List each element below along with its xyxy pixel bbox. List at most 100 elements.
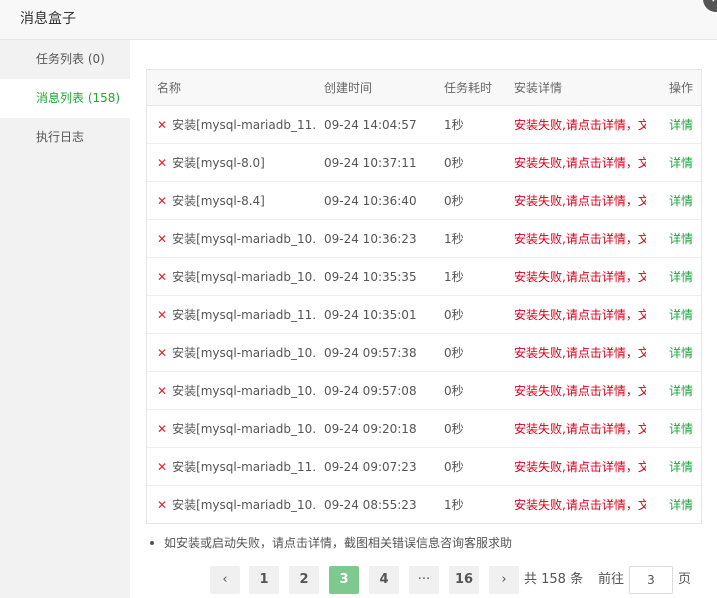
task-duration: 0秒 bbox=[444, 460, 464, 474]
table-row: ✕ 安装[mysql-mariadb_10.5] 09-24 10:35:35 1秒 安… bbox=[147, 258, 701, 296]
task-name-cell: ✕ 安装[mysql-8.4] bbox=[157, 182, 315, 220]
task-name: 安装[mysql-mariadb_11.3] bbox=[172, 308, 315, 322]
failed-icon: ✕ bbox=[157, 194, 168, 208]
task-duration: 0秒 bbox=[444, 156, 464, 170]
task-name-cell: ✕ 安装[mysql-mariadb_10.5] bbox=[157, 410, 315, 448]
task-name-cell: ✕ 安装[mysql-mariadb_10.6] bbox=[157, 220, 315, 258]
task-name: 安装[mysql-mariadb_10.6] bbox=[172, 232, 315, 246]
install-detail[interactable]: 安装失败,请点击详情，文 bbox=[514, 334, 646, 372]
install-detail[interactable]: 安装失败,请点击详情，文 bbox=[514, 410, 646, 448]
created-time: 09-24 10:36:23 bbox=[324, 232, 417, 246]
table-row: ✕ 安装[mysql-mariadb_11.3] 09-24 14:04:57 1秒 安… bbox=[147, 106, 701, 144]
table-row: ✕ 安装[mysql-mariadb_10.7] 09-24 09:57:08 0秒 安… bbox=[147, 372, 701, 410]
created-time: 09-24 08:55:23 bbox=[324, 498, 417, 512]
install-detail[interactable]: 安装失败,请点击详情，文 bbox=[514, 448, 646, 486]
table-header: 名称 创建时间 任务耗时 安装详情 操作 bbox=[147, 70, 701, 106]
task-name: 安装[mysql-mariadb_10.7] bbox=[172, 384, 315, 398]
created-time: 09-24 10:35:35 bbox=[324, 270, 417, 284]
table-row: ✕ 安装[mysql-mariadb_10.5] 09-24 09:20:18 0秒 安… bbox=[147, 410, 701, 448]
install-detail[interactable]: 安装失败,请点击详情，文 bbox=[514, 486, 646, 523]
task-name: 安装[mysql-mariadb_10.5] bbox=[172, 422, 315, 436]
header-detail: 安装详情 bbox=[514, 81, 563, 95]
bullet-icon bbox=[150, 540, 154, 545]
created-time: 09-24 10:36:40 bbox=[324, 194, 417, 208]
sidebar-item-tasks[interactable]: 任务列表 (0) bbox=[0, 40, 130, 79]
detail-link[interactable]: 详情 bbox=[669, 258, 699, 296]
task-name-cell: ✕ 安装[mysql-mariadb_10.7] bbox=[157, 486, 315, 523]
install-detail[interactable]: 安装失败,请点击详情，文 bbox=[514, 220, 646, 258]
next-page-icon[interactable]: › bbox=[489, 566, 519, 594]
created-time: 09-24 09:20:18 bbox=[324, 422, 417, 436]
created-time: 09-24 09:57:08 bbox=[324, 384, 417, 398]
install-detail[interactable]: 安装失败,请点击详情，文 bbox=[514, 372, 646, 410]
failed-icon: ✕ bbox=[157, 156, 168, 170]
page-16[interactable]: 16 bbox=[449, 566, 479, 594]
task-duration: 0秒 bbox=[444, 194, 464, 208]
task-name-cell: ✕ 安装[mysql-mariadb_10.5] bbox=[157, 258, 315, 296]
install-detail[interactable]: 安装失败,请点击详情，文 bbox=[514, 296, 646, 334]
task-name: 安装[mysql-mariadb_10.5] bbox=[172, 270, 315, 284]
created-time: 09-24 09:57:38 bbox=[324, 346, 417, 360]
task-duration: 0秒 bbox=[444, 384, 464, 398]
install-detail[interactable]: 安装失败,请点击详情，文 bbox=[514, 182, 646, 220]
task-name: 安装[mysql-mariadb_10.6] bbox=[172, 346, 315, 360]
detail-link[interactable]: 详情 bbox=[669, 106, 699, 144]
sidebar-item-exec-log[interactable]: 执行日志 bbox=[0, 118, 130, 157]
page-3-current[interactable]: 3 bbox=[329, 566, 359, 594]
task-name-cell: ✕ 安装[mysql-mariadb_10.6] bbox=[157, 334, 315, 372]
failed-icon: ✕ bbox=[157, 118, 168, 132]
header-name: 名称 bbox=[157, 81, 182, 95]
page-4[interactable]: 4 bbox=[369, 566, 399, 594]
detail-link[interactable]: 详情 bbox=[669, 182, 699, 220]
detail-link[interactable]: 详情 bbox=[669, 334, 699, 372]
header-duration: 任务耗时 bbox=[444, 81, 493, 95]
detail-link[interactable]: 详情 bbox=[669, 144, 699, 182]
detail-link[interactable]: 详情 bbox=[669, 410, 699, 448]
help-note: 如安装或启动失败，请点击详情，截图相关错误信息咨询客服求助 bbox=[150, 534, 512, 552]
created-time: 09-24 10:37:11 bbox=[324, 156, 417, 170]
install-detail[interactable]: 安装失败,请点击详情，文 bbox=[514, 144, 646, 182]
detail-link[interactable]: 详情 bbox=[669, 296, 699, 334]
sidebar: 任务列表 (0) 消息列表 (158) 执行日志 bbox=[0, 40, 130, 598]
task-name: 安装[mysql-mariadb_11.3] bbox=[172, 460, 315, 474]
task-duration: 0秒 bbox=[444, 308, 464, 322]
failed-icon: ✕ bbox=[157, 346, 168, 360]
ellipsis-icon[interactable]: ··· bbox=[409, 566, 439, 594]
page-2[interactable]: 2 bbox=[289, 566, 319, 594]
failed-icon: ✕ bbox=[157, 498, 168, 512]
page-1[interactable]: 1 bbox=[249, 566, 279, 594]
goto-page-input[interactable] bbox=[629, 566, 673, 594]
detail-link[interactable]: 详情 bbox=[669, 372, 699, 410]
created-time: 09-24 10:35:01 bbox=[324, 308, 417, 322]
task-name: 安装[mysql-8.4] bbox=[172, 194, 265, 208]
install-detail[interactable]: 安装失败,请点击详情，文 bbox=[514, 258, 646, 296]
failed-icon: ✕ bbox=[157, 422, 168, 436]
detail-link[interactable]: 详情 bbox=[669, 448, 699, 486]
task-duration: 1秒 bbox=[444, 232, 464, 246]
message-table: 名称 创建时间 任务耗时 安装详情 操作 ✕ 安装[mysql-mariadb_1… bbox=[146, 69, 702, 524]
task-name-cell: ✕ 安装[mysql-mariadb_11.3] bbox=[157, 296, 315, 334]
task-name: 安装[mysql-mariadb_10.7] bbox=[172, 498, 315, 512]
created-time: 09-24 14:04:57 bbox=[324, 118, 417, 132]
sidebar-item-messages[interactable]: 消息列表 (158) bbox=[0, 79, 130, 118]
table-row: ✕ 安装[mysql-mariadb_11.3] 09-24 10:35:01 0秒 安… bbox=[147, 296, 701, 334]
table-row: ✕ 安装[mysql-8.0] 09-24 10:37:11 0秒 安装失败,请点击详情… bbox=[147, 144, 701, 182]
failed-icon: ✕ bbox=[157, 308, 168, 322]
table-row: ✕ 安装[mysql-mariadb_10.7] 09-24 08:55:23 1秒 安… bbox=[147, 486, 701, 523]
goto-label: 前往 bbox=[598, 572, 625, 587]
prev-page-icon[interactable]: ‹ bbox=[210, 566, 240, 594]
failed-icon: ✕ bbox=[157, 270, 168, 284]
task-duration: 1秒 bbox=[444, 498, 464, 512]
failed-icon: ✕ bbox=[157, 232, 168, 246]
page-suffix: 页 bbox=[678, 572, 692, 587]
header-action: 操作 bbox=[669, 81, 694, 95]
table-row: ✕ 安装[mysql-8.4] 09-24 10:36:40 0秒 安装失败,请点击详情… bbox=[147, 182, 701, 220]
table-row: ✕ 安装[mysql-mariadb_10.6] 09-24 10:36:23 1秒 安… bbox=[147, 220, 701, 258]
total-count: 共 158 条 bbox=[524, 572, 584, 587]
task-duration: 1秒 bbox=[444, 270, 464, 284]
title-bar: 消息盒子 bbox=[0, 0, 717, 40]
detail-link[interactable]: 详情 bbox=[669, 220, 699, 258]
install-detail[interactable]: 安装失败,请点击详情，文 bbox=[514, 106, 646, 144]
detail-link[interactable]: 详情 bbox=[669, 486, 699, 523]
pagination: ‹ 1 2 3 4 ··· 16 › 共 158 条 前往 页 bbox=[130, 566, 717, 596]
